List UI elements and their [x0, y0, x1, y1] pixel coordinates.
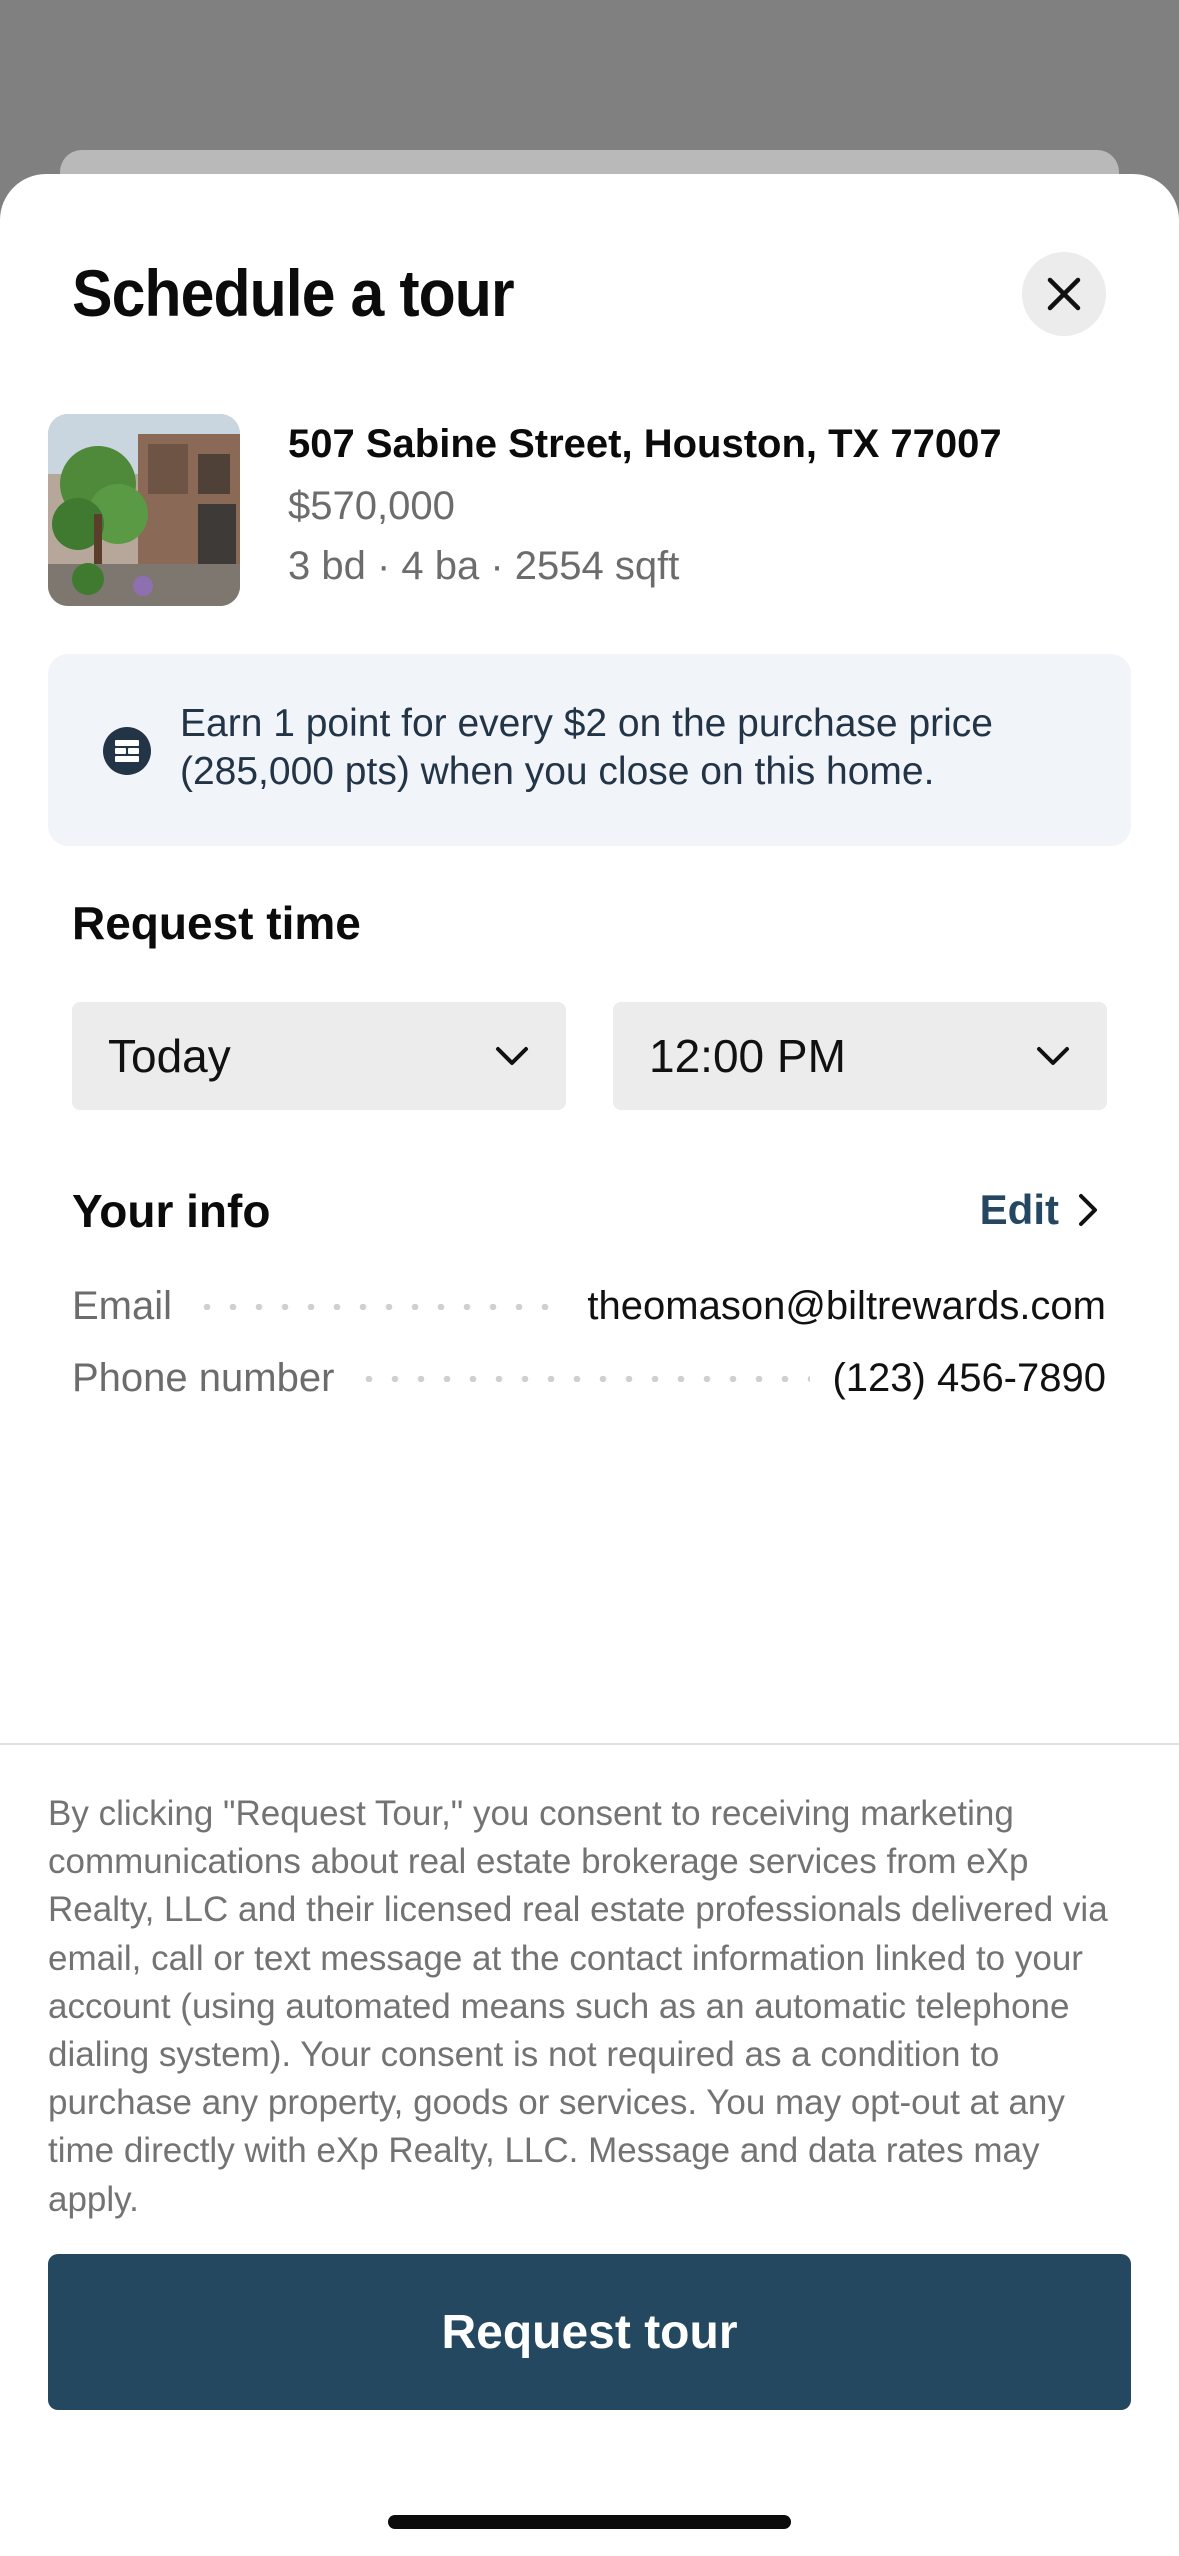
email-value: theomason@biltrewards.com: [587, 1284, 1106, 1328]
leader-dots: [194, 1303, 566, 1310]
email-key: Email: [72, 1284, 173, 1328]
listing-specs: 3 bd · 4 ba · 2554 sqft: [288, 544, 680, 588]
request-time-label: Request time: [72, 897, 361, 949]
request-tour-button[interactable]: Request tour: [48, 2254, 1131, 2410]
chevron-right-icon: [1079, 1194, 1097, 1226]
edit-info-link[interactable]: Edit: [980, 1186, 1099, 1234]
date-select[interactable]: Today: [72, 1002, 566, 1110]
chevron-down-icon: [496, 1047, 528, 1065]
close-icon: [1047, 277, 1081, 311]
listing-price: $570,000: [288, 484, 455, 528]
listing-photo: [48, 414, 240, 606]
phone-key: Phone number: [72, 1356, 335, 1400]
listing-address: 507 Sabine Street, Houston, TX 77007: [288, 422, 1002, 466]
phone-value: (123) 456-7890: [832, 1356, 1106, 1400]
rewards-banner: Earn 1 point for every $2 on the purchas…: [48, 654, 1131, 846]
leader-dots: [356, 1375, 811, 1382]
your-info-label: Your info: [72, 1185, 271, 1237]
email-row: Email theomason@biltrewards.com: [72, 1284, 1106, 1329]
rewards-text: Earn 1 point for every $2 on the purchas…: [180, 702, 993, 793]
home-indicator: [388, 2515, 791, 2529]
phone-row: Phone number (123) 456-7890: [72, 1356, 1106, 1401]
edit-label: Edit: [979, 1186, 1059, 1233]
time-select-value: 12:00 PM: [649, 1030, 846, 1082]
page-title: Schedule a tour: [72, 256, 515, 330]
bilt-logo-icon: [103, 727, 151, 775]
chevron-down-icon: [1037, 1047, 1069, 1065]
footer-divider: [0, 1743, 1179, 1745]
time-select[interactable]: 12:00 PM: [613, 1002, 1107, 1110]
date-select-value: Today: [108, 1030, 231, 1082]
consent-disclaimer: By clicking "Request Tour," you consent …: [48, 1794, 1108, 2219]
close-button[interactable]: [1022, 252, 1106, 336]
